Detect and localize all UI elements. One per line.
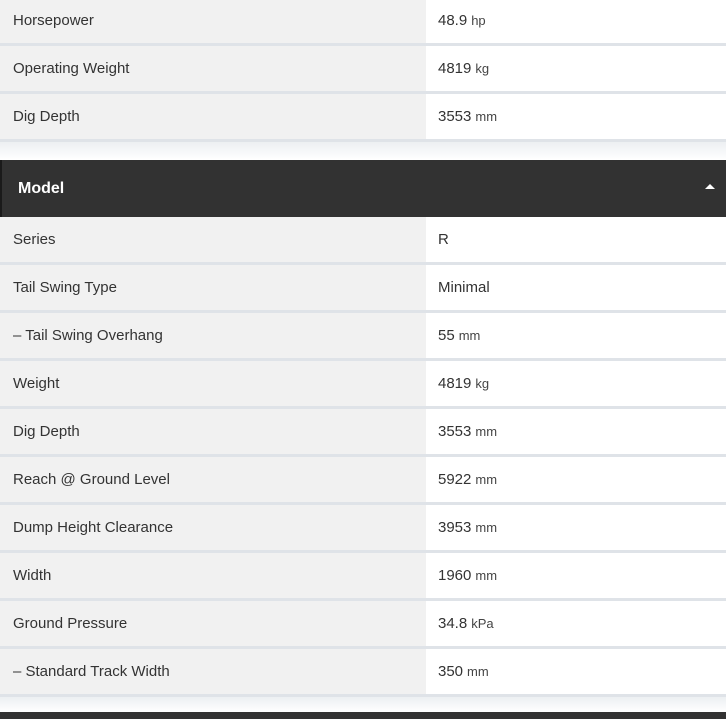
spec-unit: mm: [458, 328, 481, 343]
spec-label: – Tail Swing Overhang: [0, 313, 426, 358]
caret-up-icon: [705, 184, 715, 189]
spec-row-dig-depth: Dig Depth 3553 mm: [0, 409, 726, 457]
spec-unit: mm: [475, 568, 498, 583]
spec-row-series: Series R: [0, 217, 726, 265]
spec-row-tail-swing-type: Tail Swing Type Minimal: [0, 265, 726, 313]
spec-label: Series: [0, 217, 426, 262]
spec-value: 48.9: [438, 12, 468, 29]
spec-row-horsepower: Horsepower 48.9 hp: [0, 0, 726, 46]
spec-label: Dump Height Clearance: [0, 505, 426, 550]
section-title: Model: [18, 180, 65, 197]
spec-label: Width: [0, 553, 426, 598]
spec-unit: mm: [475, 109, 498, 124]
spec-unit: kg: [475, 376, 490, 391]
spec-value: 350: [438, 663, 464, 680]
spec-label: Reach @ Ground Level: [0, 457, 426, 502]
spec-label: Ground Pressure: [0, 601, 426, 646]
spec-row-dig-depth: Dig Depth 3553 mm: [0, 94, 726, 142]
spec-value: 3553: [438, 108, 472, 125]
spec-row-dump-height-clearance: Dump Height Clearance 3953 mm: [0, 505, 726, 553]
spec-value: 4819: [438, 375, 472, 392]
next-section-header[interactable]: [0, 712, 726, 719]
model-section-header[interactable]: Model: [0, 160, 726, 217]
general-specs-table: Horsepower 48.9 hp Operating Weight 4819 k…: [0, 0, 726, 142]
model-specs-table: Series R Tail Swing Type Minimal – Tail …: [0, 217, 726, 697]
spec-value: Minimal: [438, 279, 490, 296]
spec-row-weight: Weight 4819 kg: [0, 361, 726, 409]
section-divider: [0, 142, 726, 160]
spec-label: Dig Depth: [0, 409, 426, 454]
spec-value: 1960: [438, 567, 472, 584]
spec-value: 5922: [438, 471, 472, 488]
spec-unit: mm: [467, 664, 489, 679]
spec-label: – Standard Track Width: [0, 649, 426, 694]
spec-unit: hp: [471, 13, 486, 28]
spec-row-tail-swing-overhang: – Tail Swing Overhang 55 mm: [0, 313, 726, 361]
spec-label: Tail Swing Type: [0, 265, 426, 310]
spec-row-standard-track-width: – Standard Track Width 350 mm: [0, 649, 726, 697]
spec-label: Weight: [0, 361, 426, 406]
spec-value: 3553: [438, 423, 472, 440]
spec-unit: kPa: [471, 616, 494, 631]
spec-row-reach-ground-level: Reach @ Ground Level 5922 mm: [0, 457, 726, 505]
spec-value: 4819: [438, 60, 472, 77]
spec-value: 3953: [438, 519, 472, 536]
spec-row-ground-pressure: Ground Pressure 34.8 kPa: [0, 601, 726, 649]
spec-unit: mm: [475, 424, 498, 439]
spec-unit: mm: [475, 472, 498, 487]
spec-row-width: Width 1960 mm: [0, 553, 726, 601]
spec-value: 34.8: [438, 615, 468, 632]
section-divider: [0, 697, 726, 712]
spec-unit: mm: [475, 520, 498, 535]
spec-label: Operating Weight: [0, 46, 426, 91]
spec-value: R: [438, 231, 449, 248]
spec-label: Horsepower: [0, 0, 426, 43]
spec-value: 55: [438, 327, 455, 344]
spec-label: Dig Depth: [0, 94, 426, 139]
spec-row-operating-weight: Operating Weight 4819 kg: [0, 46, 726, 94]
spec-unit: kg: [475, 61, 490, 76]
